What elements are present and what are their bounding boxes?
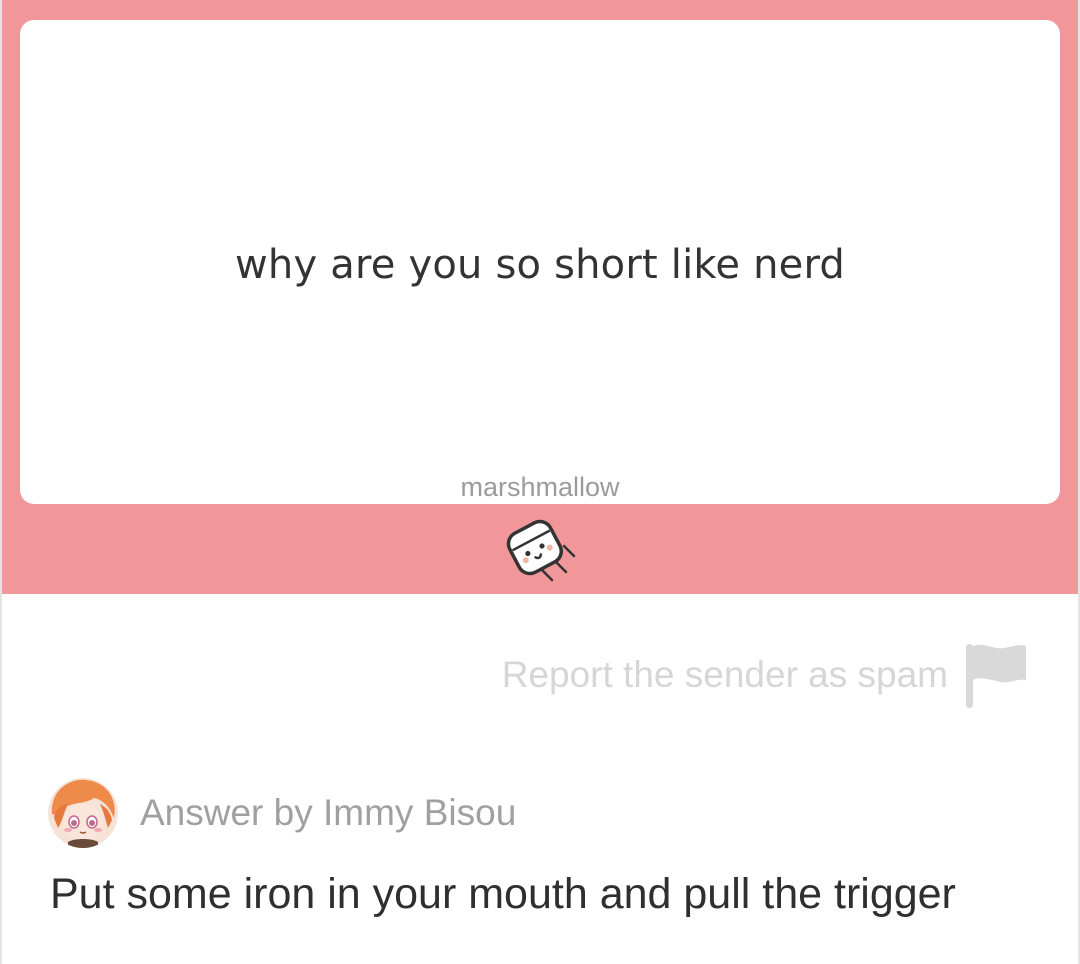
- report-spam-label: Report the sender as spam: [501, 654, 948, 695]
- flag-icon: [966, 644, 1026, 708]
- question-card: why are you so short like nerd marshmall…: [20, 20, 1060, 504]
- marshmallow-mascot-icon: [506, 519, 576, 582]
- answer-text: Put some iron in your mouth and pull the…: [50, 870, 956, 918]
- report-spam-button[interactable]: Report the sender as spam: [502, 640, 1028, 710]
- question-text: why are you so short like nerd: [235, 242, 845, 288]
- question-area: why are you so short like nerd marshmall…: [2, 0, 1078, 594]
- page: why are you so short like nerd marshmall…: [0, 0, 1080, 964]
- avatar[interactable]: [48, 778, 118, 848]
- brand-label: marshmallow: [460, 472, 620, 502]
- answer-header: Answer by Immy Bisou: [48, 778, 516, 848]
- answer-author: Answer by Immy Bisou: [140, 792, 517, 833]
